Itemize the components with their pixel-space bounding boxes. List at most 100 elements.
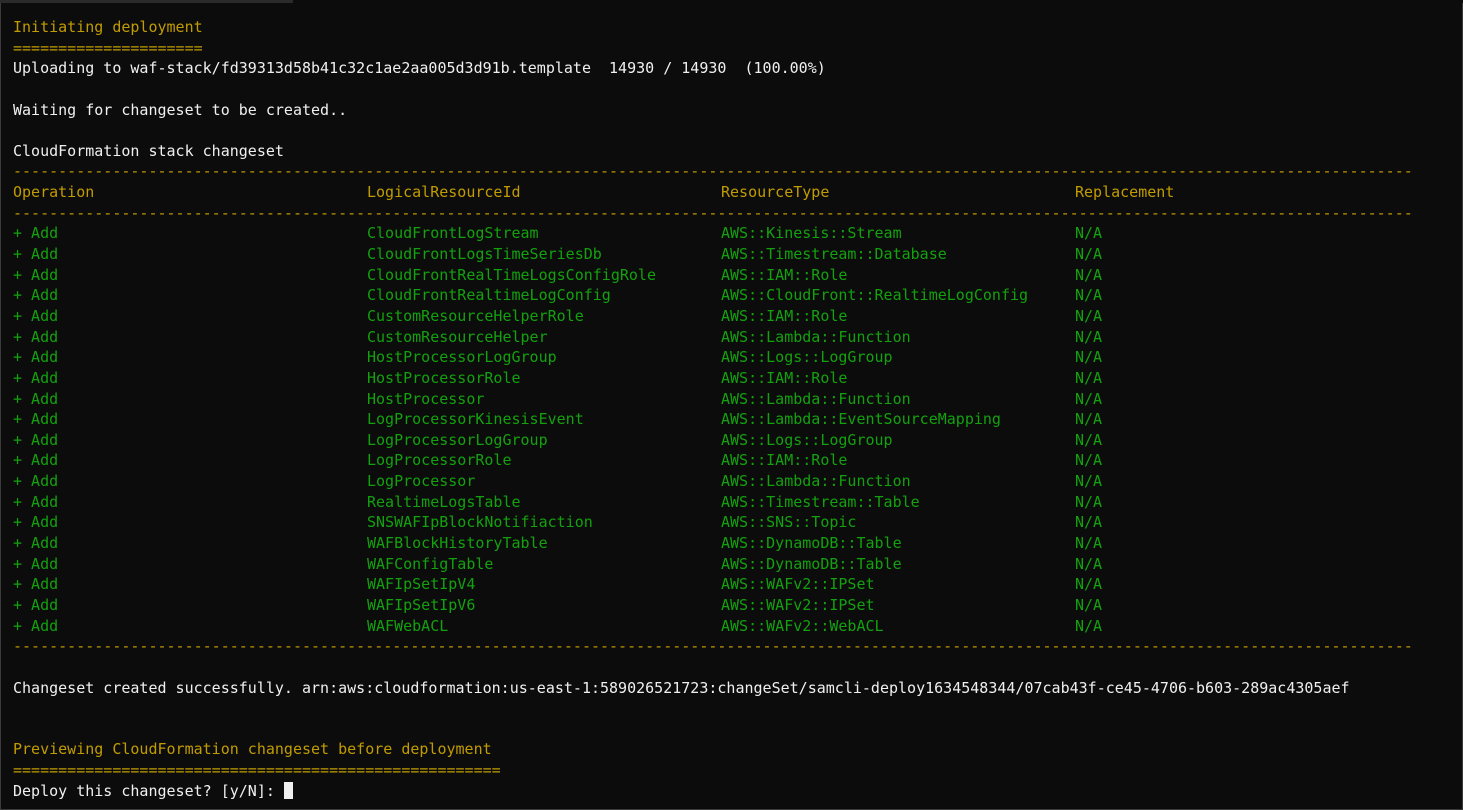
cell-resource-type: AWS::Logs::LogGroup (721, 348, 893, 367)
cell-resource-type: AWS::WAFv2::IPSet (721, 595, 875, 614)
cell-replacement: N/A (1075, 451, 1103, 470)
table-row: + Add WAFIpSetIpV4 AWS::WAFv2::IPSet N/A (13, 574, 1453, 595)
cell-logical-resource-id: CustomResourceHelperRole (367, 306, 584, 325)
cell-operation: + Add (13, 430, 59, 449)
cell-operation: + Add (13, 286, 59, 305)
cell-replacement: N/A (1075, 286, 1103, 305)
cell-logical-resource-id: HostProcessorRole (367, 368, 521, 387)
cell-replacement: N/A (1075, 348, 1103, 367)
cell-replacement: N/A (1075, 575, 1103, 594)
cell-resource-type: AWS::WAFv2::WebACL (721, 616, 884, 635)
cell-operation: + Add (13, 410, 59, 429)
cell-resource-type: AWS::SNS::Topic (721, 513, 857, 532)
cell-operation: + Add (13, 513, 59, 532)
table-row: + Add WAFConfigTable AWS::DynamoDB::Table N… (13, 554, 1453, 575)
cell-resource-type: AWS::IAM::Role (721, 451, 848, 470)
cell-resource-type: AWS::IAM::Role (721, 368, 848, 387)
cell-resource-type: AWS::Lambda::Function (721, 389, 911, 408)
cell-replacement: N/A (1075, 616, 1103, 635)
header-operation: Operation (13, 183, 95, 202)
table-row: + Add LogProcessorRole AWS::IAM::Role N/A (13, 450, 1453, 471)
cell-logical-resource-id: WAFBlockHistoryTable (367, 534, 548, 553)
cell-operation: + Add (13, 224, 59, 243)
cell-resource-type: AWS::DynamoDB::Table (721, 534, 902, 553)
cell-operation: + Add (13, 368, 59, 387)
table-top-rule: ----------------------------------------… (13, 162, 1413, 181)
table-row: + Add RealtimeLogsTable AWS::Timestream::T… (13, 492, 1453, 513)
cell-operation: + Add (13, 472, 59, 491)
initiating-heading: Initiating deployment (13, 18, 203, 36)
cell-resource-type: AWS::WAFv2::IPSet (721, 575, 875, 594)
cell-operation: + Add (13, 554, 59, 573)
cell-logical-resource-id: CustomResourceHelper (367, 327, 548, 346)
previewing-underline: ========================================… (13, 761, 501, 780)
cell-resource-type: AWS::CloudFront::RealtimeLogConfig (721, 286, 1029, 305)
cell-logical-resource-id: RealtimeLogsTable (367, 492, 521, 511)
deploy-prompt: Deploy this changeset? [y/N]: (13, 781, 284, 800)
cell-logical-resource-id: WAFIpSetIpV4 (367, 575, 476, 594)
cell-operation: + Add (13, 492, 59, 511)
cell-resource-type: AWS::Logs::LogGroup (721, 430, 893, 449)
previewing-heading: Previewing CloudFormation changeset befo… (13, 740, 492, 759)
cell-replacement: N/A (1075, 554, 1103, 573)
table-row: + Add CloudFrontLogsTimeSeriesDb AWS::Time… (13, 244, 1453, 265)
cell-operation: + Add (13, 348, 59, 367)
cell-resource-type: AWS::IAM::Role (721, 306, 848, 325)
cell-resource-type: AWS::Timestream::Database (721, 245, 947, 264)
cell-replacement: N/A (1075, 368, 1103, 387)
table-bottom-rule: ----------------------------------------… (13, 637, 1413, 656)
cell-operation: + Add (13, 389, 59, 408)
cell-replacement: N/A (1075, 595, 1103, 614)
cell-logical-resource-id: HostProcessor (367, 389, 485, 408)
table-row: + Add SNSWAFIpBlockNotifiaction AWS::SNS::… (13, 512, 1453, 533)
cell-logical-resource-id: HostProcessorLogGroup (367, 348, 557, 367)
cell-replacement: N/A (1075, 265, 1103, 284)
cell-replacement: N/A (1075, 327, 1103, 346)
table-row: + Add CustomResourceHelperRole AWS::IAM::R… (13, 306, 1453, 327)
cell-operation: + Add (13, 327, 59, 346)
cell-logical-resource-id: SNSWAFIpBlockNotifiaction (367, 513, 593, 532)
changeset-created-status: Changeset created successfully. arn:aws:… (13, 678, 1350, 697)
cell-replacement: N/A (1075, 306, 1103, 325)
cell-logical-resource-id: LogProcessorKinesisEvent (367, 410, 584, 429)
cell-logical-resource-id: LogProcessor (367, 472, 476, 491)
cell-replacement: N/A (1075, 472, 1103, 491)
cell-operation: + Add (13, 265, 59, 284)
cell-resource-type: AWS::Lambda::Function (721, 472, 911, 491)
cell-logical-resource-id: LogProcessorLogGroup (367, 430, 548, 449)
table-row: + Add HostProcessorRole AWS::IAM::Role N/A (13, 368, 1453, 389)
table-header-row: Operation LogicalResourceId ResourceType… (13, 182, 1453, 203)
text-cursor[interactable] (283, 781, 293, 799)
cell-operation: + Add (13, 534, 59, 553)
cell-resource-type: AWS::Lambda::Function (721, 327, 911, 346)
cell-replacement: N/A (1075, 410, 1103, 429)
cell-replacement: N/A (1075, 389, 1103, 408)
table-row: + Add WAFWebACL AWS::WAFv2::WebACL N/A (13, 616, 1453, 637)
cell-replacement: N/A (1075, 513, 1103, 532)
cell-logical-resource-id: WAFConfigTable (367, 554, 494, 573)
cell-resource-type: AWS::DynamoDB::Table (721, 554, 902, 573)
cell-resource-type: AWS::Kinesis::Stream (721, 224, 902, 243)
table-row: + Add WAFBlockHistoryTable AWS::DynamoDB::… (13, 533, 1453, 554)
cell-logical-resource-id: LogProcessorRole (367, 451, 512, 470)
waiting-status: Waiting for changeset to be created.. (13, 100, 348, 119)
cell-resource-type: AWS::Lambda::EventSourceMapping (721, 410, 1001, 429)
cell-operation: + Add (13, 595, 59, 614)
terminal-window[interactable]: Initiating deployment ==================… (0, 3, 1463, 810)
cell-operation: + Add (13, 451, 59, 470)
cell-operation: + Add (13, 616, 59, 635)
table-row: + Add HostProcessorLogGroup AWS::Logs::Log… (13, 347, 1453, 368)
cell-operation: + Add (13, 575, 59, 594)
cell-operation: + Add (13, 245, 59, 264)
table-row: + Add CustomResourceHelper AWS::Lambda::Fu… (13, 327, 1453, 348)
header-resource-type: ResourceType (721, 183, 830, 202)
table-row: + Add HostProcessor AWS::Lambda::Function N… (13, 389, 1453, 410)
header-logical-resource-id: LogicalResourceId (367, 183, 521, 202)
cell-logical-resource-id: WAFWebACL (367, 616, 449, 635)
cell-logical-resource-id: WAFIpSetIpV6 (367, 595, 476, 614)
deploy-prompt-line[interactable]: Deploy this changeset? [y/N]: (13, 781, 1453, 802)
